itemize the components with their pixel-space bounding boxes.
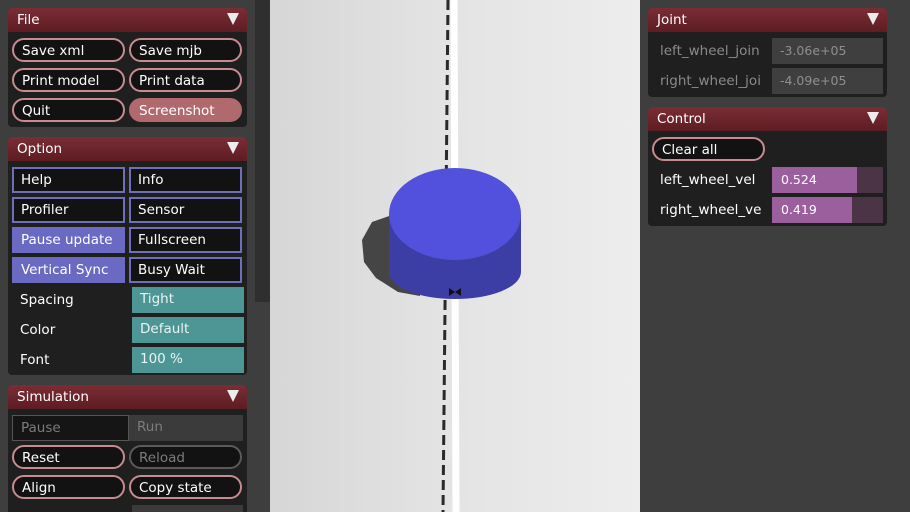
reset-button[interactable]: Reset	[12, 445, 125, 469]
right-wheel-vel-slider[interactable]: 0.419	[772, 197, 883, 223]
joint-panel-title: Joint	[657, 12, 687, 28]
collapse-triangle-icon[interactable]	[227, 13, 239, 25]
file-panel: File Save xml Save mjb Print model Print…	[8, 8, 247, 127]
collapse-triangle-icon[interactable]	[867, 13, 879, 25]
right-wheel-vel-value: 0.419	[781, 202, 817, 217]
copy-state-button[interactable]: Copy state	[129, 475, 242, 499]
right-wheel-joint-value: -4.09e+05	[772, 68, 883, 94]
pause-toggle[interactable]: Pause	[12, 415, 129, 441]
busy-wait-checkbox[interactable]: Busy Wait	[129, 257, 242, 283]
pause-update-checkbox[interactable]: Pause update	[12, 227, 125, 253]
font-label: Font	[20, 352, 50, 368]
next-row-field[interactable]	[132, 505, 243, 512]
robot-body-top	[389, 168, 521, 260]
print-model-button[interactable]: Print model	[12, 68, 125, 92]
run-toggle[interactable]: Run	[129, 415, 243, 441]
left-wheel-joint-label: left_wheel_join	[660, 43, 760, 59]
vertical-sync-checkbox[interactable]: Vertical Sync	[12, 257, 125, 283]
reload-button[interactable]: Reload	[129, 445, 242, 469]
joint-panel: Joint left_wheel_join -3.06e+05 right_wh…	[648, 8, 887, 97]
fullscreen-checkbox[interactable]: Fullscreen	[129, 227, 242, 253]
collapse-triangle-icon[interactable]	[227, 142, 239, 154]
font-select[interactable]: 100 %	[132, 347, 244, 373]
left-wheel-vel-value: 0.524	[781, 172, 817, 187]
control-panel-title: Control	[657, 111, 706, 127]
clear-all-button[interactable]: Clear all	[652, 137, 765, 161]
left-wheel-vel-label: left_wheel_vel	[660, 172, 756, 188]
save-mjb-button[interactable]: Save mjb	[129, 38, 242, 62]
color-select[interactable]: Default	[132, 317, 244, 343]
save-xml-button[interactable]: Save xml	[12, 38, 125, 62]
control-panel-header[interactable]: Control	[648, 107, 887, 131]
file-panel-header[interactable]: File	[8, 8, 247, 32]
spacing-label: Spacing	[20, 292, 74, 308]
info-checkbox[interactable]: Info	[129, 167, 242, 193]
align-button[interactable]: Align	[12, 475, 125, 499]
joint-panel-header[interactable]: Joint	[648, 8, 887, 32]
screenshot-button[interactable]: Screenshot	[129, 98, 242, 122]
option-panel: Option Help Info Profiler Sensor Pause u…	[8, 137, 247, 375]
sensor-checkbox[interactable]: Sensor	[129, 197, 242, 223]
right-wheel-joint-label: right_wheel_joi	[660, 73, 761, 89]
color-label: Color	[20, 322, 56, 338]
simulation-panel-header[interactable]: Simulation	[8, 385, 247, 409]
control-panel: Control Clear all left_wheel_vel 0.524 r…	[648, 107, 887, 226]
option-panel-title: Option	[17, 141, 63, 157]
help-checkbox[interactable]: Help	[12, 167, 125, 193]
left-wheel-vel-slider[interactable]: 0.524	[772, 167, 883, 193]
left-wheel-joint-value: -3.06e+05	[772, 38, 883, 64]
simulation-panel-title: Simulation	[17, 389, 89, 405]
quit-button[interactable]: Quit	[12, 98, 125, 122]
profiler-checkbox[interactable]: Profiler	[12, 197, 125, 223]
right-wheel-vel-label: right_wheel_ve	[660, 202, 762, 218]
spacing-select[interactable]: Tight	[132, 287, 244, 313]
option-panel-header[interactable]: Option	[8, 137, 247, 161]
simulation-panel: Simulation Pause Run Reset Reload Align …	[8, 385, 247, 512]
file-panel-title: File	[17, 12, 40, 28]
collapse-triangle-icon[interactable]	[867, 112, 879, 124]
collapse-triangle-icon[interactable]	[227, 390, 239, 402]
print-data-button[interactable]: Print data	[129, 68, 242, 92]
